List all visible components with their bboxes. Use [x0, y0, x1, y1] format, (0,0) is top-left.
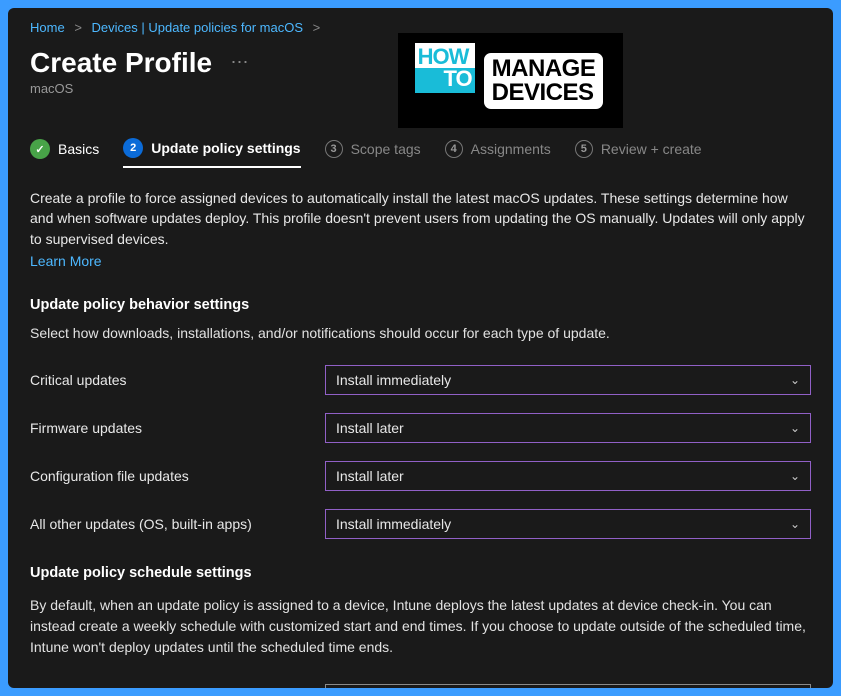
logo-text-how: HOW — [415, 43, 475, 68]
breadcrumb-separator: > — [74, 20, 82, 35]
field-firmware-updates: Firmware updates Install later ⌄ — [30, 413, 811, 443]
chevron-down-icon: ⌄ — [790, 421, 800, 435]
step-label: Review + create — [601, 141, 702, 157]
select-value: Install immediately — [336, 372, 451, 388]
firmware-updates-select[interactable]: Install later ⌄ — [325, 413, 811, 443]
logo-text-manage-devices: MANAGE DEVICES — [481, 50, 607, 112]
schedule-type-select[interactable]: Update at next check-in ⌄ — [325, 684, 811, 688]
field-configuration-file-updates: Configuration file updates Install later… — [30, 461, 811, 491]
check-icon: ✓ — [30, 139, 50, 159]
schedule-section-description: By default, when an update policy is ass… — [30, 595, 811, 658]
field-all-other-updates: All other updates (OS, built-in apps) In… — [30, 509, 811, 539]
step-number-badge: 3 — [325, 140, 343, 158]
learn-more-link[interactable]: Learn More — [30, 253, 102, 269]
breadcrumb-home-link[interactable]: Home — [30, 20, 65, 35]
critical-updates-select[interactable]: Install immediately ⌄ — [325, 365, 811, 395]
breadcrumb-devices-link[interactable]: Devices | Update policies for macOS — [92, 20, 303, 35]
create-profile-panel: Home > Devices | Update policies for mac… — [8, 8, 833, 688]
step-number-badge: 2 — [123, 138, 143, 158]
step-update-policy-settings[interactable]: 2 Update policy settings — [123, 138, 300, 168]
step-number-badge: 5 — [575, 140, 593, 158]
field-label: All other updates (OS, built-in apps) — [30, 516, 325, 532]
chevron-down-icon: ⌄ — [790, 469, 800, 483]
field-label: Critical updates — [30, 372, 325, 388]
page-title: Create Profile — [30, 47, 212, 78]
field-label: Configuration file updates — [30, 468, 325, 484]
step-label: Scope tags — [351, 141, 421, 157]
behavior-section-title: Update policy behavior settings — [30, 297, 811, 313]
howto-logo: HOW TO MANAGE DEVICES — [398, 33, 623, 128]
step-label: Basics — [58, 141, 99, 157]
select-value: Install later — [336, 468, 404, 484]
field-label: Firmware updates — [30, 420, 325, 436]
intro-description: Create a profile to force assigned devic… — [30, 188, 811, 249]
step-number-badge: 4 — [445, 140, 463, 158]
step-assignments[interactable]: 4 Assignments — [445, 140, 551, 166]
schedule-section-title: Update policy schedule settings — [30, 565, 811, 581]
select-value: Install later — [336, 420, 404, 436]
chevron-down-icon: ⌄ — [790, 373, 800, 387]
step-basics[interactable]: ✓ Basics — [30, 139, 99, 167]
field-schedule-type: Schedule type i Update at next check-in … — [30, 684, 811, 688]
field-critical-updates: Critical updates Install immediately ⌄ — [30, 365, 811, 395]
step-label: Update policy settings — [151, 140, 300, 156]
behavior-section-subtitle: Select how downloads, installations, and… — [30, 325, 811, 341]
step-scope-tags[interactable]: 3 Scope tags — [325, 140, 421, 166]
breadcrumb-separator: > — [313, 20, 321, 35]
logo-text-to: TO — [415, 68, 475, 93]
step-review-create[interactable]: 5 Review + create — [575, 140, 702, 166]
select-value: Install immediately — [336, 516, 451, 532]
chevron-down-icon: ⌄ — [790, 517, 800, 531]
more-actions-button[interactable]: ⋯ — [231, 52, 251, 72]
wizard-steps: ✓ Basics 2 Update policy settings 3 Scop… — [30, 138, 811, 168]
step-label: Assignments — [471, 141, 551, 157]
configuration-file-updates-select[interactable]: Install later ⌄ — [325, 461, 811, 491]
all-other-updates-select[interactable]: Install immediately ⌄ — [325, 509, 811, 539]
